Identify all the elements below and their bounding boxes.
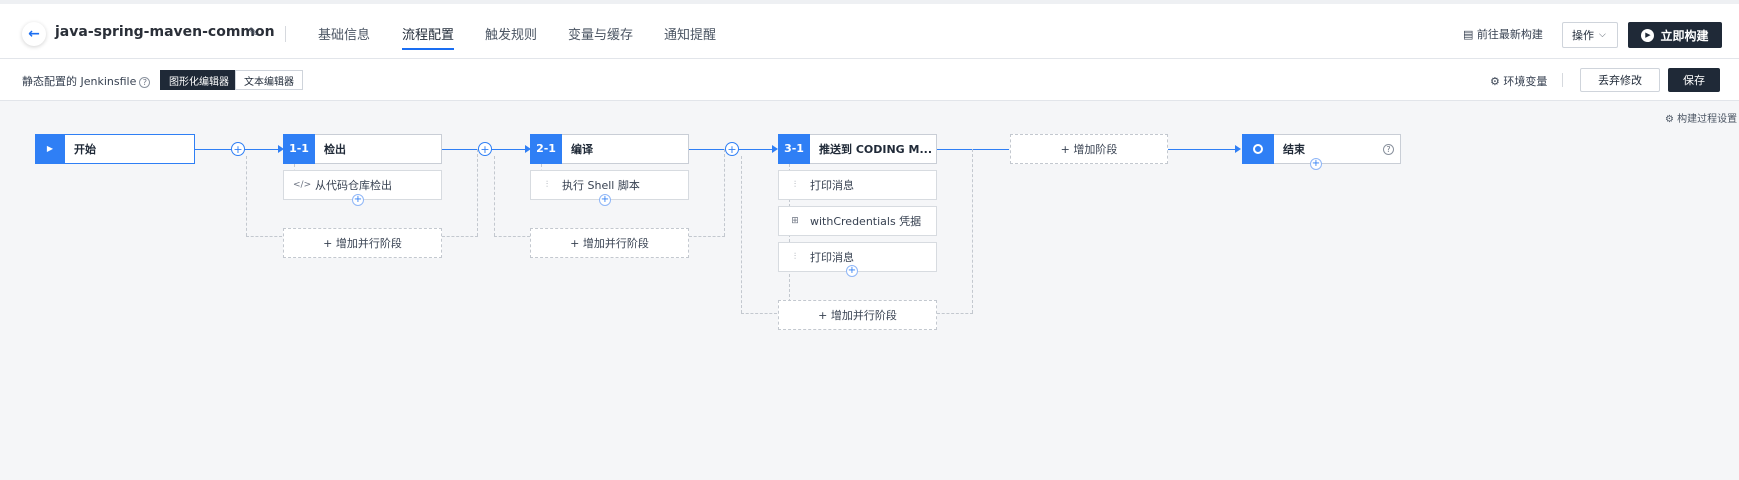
stage-index: 3-1 — [778, 133, 810, 164]
add-parallel-stage-button[interactable]: + 增加并行阶段 — [778, 300, 937, 330]
static-config-label: 静态配置的 Jenkinsfile? — [22, 73, 151, 89]
project-title: java-spring-maven-common — [55, 24, 275, 40]
text-editor-toggle[interactable]: 文本编辑器 — [235, 70, 303, 90]
static-config-text: 静态配置的 Jenkinsfile — [22, 75, 137, 88]
step-label: 执行 Shell 脚本 — [562, 179, 640, 192]
play-icon: ▶ — [35, 133, 65, 164]
branch-line — [494, 156, 495, 236]
step-label: 打印消息 — [810, 179, 854, 192]
env-vars-button[interactable]: ⚙︎ 环境变量 — [1490, 73, 1547, 89]
branch-line — [246, 236, 282, 237]
end-node[interactable]: 结束 ? — [1242, 133, 1401, 164]
start-node[interactable]: ▶ 开始 — [35, 133, 195, 164]
stage-node[interactable]: 1-1 检出 — [283, 133, 442, 164]
step-label: 从代码仓库检出 — [315, 179, 392, 192]
build-now-label: 立即构建 — [1660, 28, 1709, 43]
code-icon: </> — [293, 180, 312, 190]
arrow-icon — [1235, 145, 1241, 153]
branch-line — [442, 236, 478, 237]
end-icon — [1242, 133, 1274, 164]
build-settings-link[interactable]: ⚙ 构建过程设置 — [1665, 110, 1737, 125]
build-now-button[interactable]: ▶ 立即构建 — [1628, 22, 1722, 48]
branch-line — [724, 149, 725, 236]
add-stage-plus-icon[interactable]: + — [231, 142, 245, 156]
divider — [285, 26, 286, 42]
save-button[interactable]: 保存 — [1668, 68, 1720, 92]
discard-button[interactable]: 丢弃修改 — [1580, 68, 1660, 92]
stage-name: 推送到 CODING M... — [819, 143, 933, 156]
document-icon: ▤ — [1463, 28, 1474, 41]
sliders-icon: ⚙︎ — [1490, 75, 1500, 88]
edit-icon[interactable]: ✎ — [248, 25, 258, 39]
operation-label: 操作 — [1572, 29, 1594, 42]
end-label: 结束 — [1283, 143, 1305, 156]
sliders-icon: ⫶ — [793, 180, 797, 190]
build-settings-label: 构建过程设置 — [1677, 114, 1738, 125]
play-icon: ▶ — [1641, 28, 1655, 42]
branch-line — [972, 149, 973, 313]
connector-line — [1168, 149, 1235, 150]
step-item[interactable]: ⊞ withCredentials 凭据 — [778, 206, 937, 236]
operation-dropdown[interactable]: 操作 ⌵ — [1562, 22, 1618, 48]
grid-icon: ⊞ — [791, 216, 799, 226]
chevron-down-icon: ⌵ — [1599, 30, 1606, 40]
add-parallel-stage-button[interactable]: + 增加并行阶段 — [530, 228, 689, 258]
branch-line — [689, 236, 725, 237]
add-step-plus-icon[interactable]: + — [352, 194, 364, 206]
help-icon[interactable]: ? — [139, 76, 151, 88]
branch-line — [741, 313, 777, 314]
branch-line — [477, 149, 478, 236]
tab-trigger-rules[interactable]: 触发规则 — [485, 24, 537, 50]
tab-pipeline-config[interactable]: 流程配置 — [402, 24, 455, 50]
tab-variables-cache[interactable]: 变量与缓存 — [568, 24, 633, 50]
gear-icon: ⚙ — [1665, 114, 1674, 125]
add-stage-plus-icon[interactable]: + — [725, 142, 739, 156]
top-header: ← java-spring-maven-common ✎ 基础信息 流程配置 触… — [0, 0, 1739, 59]
add-step-plus-icon[interactable]: + — [1310, 158, 1322, 170]
connector-line — [937, 149, 1009, 150]
branch-line — [741, 156, 742, 313]
sliders-icon: ⫶ — [793, 252, 797, 262]
add-step-plus-icon[interactable]: + — [599, 194, 611, 206]
latest-build-label: 前往最新构建 — [1476, 28, 1543, 41]
tab-basic-info[interactable]: 基础信息 — [318, 24, 370, 50]
divider — [1562, 73, 1563, 87]
env-vars-label: 环境变量 — [1503, 75, 1548, 88]
add-step-plus-icon[interactable]: + — [846, 265, 858, 277]
stage-node[interactable]: 3-1 推送到 CODING M... — [778, 133, 937, 164]
stage-index: 2-1 — [530, 133, 562, 164]
pipeline-canvas: ⚙ 构建过程设置 ▶ 开始 + 1-1 检出 </> 从代码仓库检出 + + 增… — [0, 101, 1739, 480]
step-label: 打印消息 — [810, 251, 854, 264]
add-stage-button[interactable]: + 增加阶段 — [1010, 134, 1168, 164]
stage-name: 编译 — [571, 143, 593, 156]
tab-notifications[interactable]: 通知提醒 — [664, 24, 716, 50]
start-label: 开始 — [74, 143, 96, 156]
stage-node[interactable]: 2-1 编译 — [530, 133, 689, 164]
help-icon[interactable]: ? — [1383, 144, 1394, 155]
step-item[interactable]: ⫶ 打印消息 — [778, 242, 937, 272]
graphic-editor-toggle[interactable]: 图形化编辑器 — [160, 70, 238, 90]
step-item[interactable]: ⫶ 打印消息 — [778, 170, 937, 200]
sliders-icon: ⫶ — [545, 180, 549, 190]
add-parallel-stage-button[interactable]: + 增加并行阶段 — [283, 228, 442, 258]
branch-line — [246, 156, 247, 236]
add-stage-plus-icon[interactable]: + — [478, 142, 492, 156]
latest-build-link[interactable]: ▤ 前往最新构建 — [1463, 26, 1543, 42]
editor-toolbar: 静态配置的 Jenkinsfile? 图形化编辑器 文本编辑器 ⚙︎ 环境变量 … — [0, 59, 1739, 101]
back-arrow-icon[interactable]: ← — [22, 22, 46, 46]
stage-index: 1-1 — [283, 133, 315, 164]
step-label: withCredentials 凭据 — [810, 215, 922, 228]
stage-name: 检出 — [324, 143, 346, 156]
branch-line — [937, 313, 973, 314]
branch-line — [494, 236, 530, 237]
